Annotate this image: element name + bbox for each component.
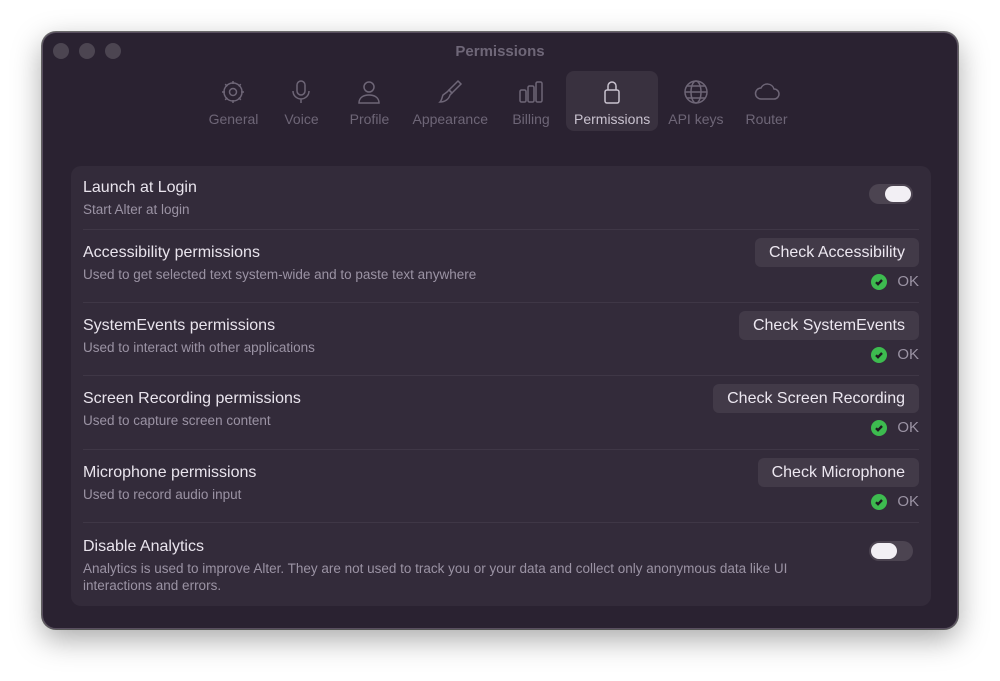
status-ok: OK	[871, 346, 919, 363]
setting-row-accessibility: Accessibility permissions Used to get se…	[83, 229, 919, 303]
setting-title: Microphone permissions	[83, 464, 257, 481]
tab-label: Billing	[512, 111, 550, 127]
lock-icon	[597, 77, 627, 107]
tab-general[interactable]: General	[200, 71, 266, 131]
tab-profile[interactable]: Profile	[336, 71, 402, 131]
paintbrush-icon	[435, 77, 465, 107]
window-title: Permissions	[455, 43, 545, 60]
status-label: OK	[897, 419, 919, 436]
person-icon	[354, 77, 384, 107]
tab-permissions[interactable]: Permissions	[566, 71, 659, 131]
globe-icon	[681, 77, 711, 107]
check-screen-recording-button[interactable]: Check Screen Recording	[713, 384, 919, 413]
settings-tabs: General Voice Profile Appearance Billing	[43, 71, 957, 131]
setting-title: Screen Recording permissions	[83, 390, 301, 407]
setting-title: Accessibility permissions	[83, 244, 260, 261]
launch-at-login-toggle[interactable]	[869, 184, 913, 204]
tab-label: Profile	[349, 111, 390, 127]
setting-description: Used to capture screen content	[83, 413, 271, 428]
setting-description: Analytics is used to improve Alter. They…	[83, 561, 788, 593]
disable-analytics-toggle[interactable]	[869, 541, 913, 561]
tab-label: Voice	[284, 111, 319, 127]
tab-appearance[interactable]: Appearance	[404, 71, 496, 131]
tab-api-keys[interactable]: API keys	[660, 71, 731, 131]
tab-voice[interactable]: Voice	[268, 71, 334, 131]
check-microphone-button[interactable]: Check Microphone	[757, 458, 919, 487]
setting-description: Used to record audio input	[83, 487, 242, 502]
bars-icon	[516, 77, 546, 107]
settings-window: Permissions General Voice Profile Appear…	[42, 32, 958, 629]
setting-description: Start Alter at login	[83, 202, 190, 217]
setting-row-launch-at-login: Launch at Login Start Alter at login	[83, 166, 919, 230]
settings-panel: Launch at Login Start Alter at login Acc…	[71, 166, 931, 606]
checkmark-icon	[871, 419, 888, 436]
setting-title: Disable Analytics	[83, 538, 204, 555]
check-accessibility-button[interactable]: Check Accessibility	[754, 238, 919, 267]
tab-label: Router	[745, 111, 788, 127]
tab-label: Appearance	[412, 111, 488, 127]
status-label: OK	[897, 273, 919, 290]
setting-description: Used to interact with other applications	[83, 340, 315, 355]
status-ok: OK	[871, 493, 919, 510]
checkmark-icon	[871, 346, 888, 363]
status-label: OK	[897, 493, 919, 510]
gear-icon	[218, 77, 248, 107]
setting-description: Used to get selected text system-wide an…	[83, 267, 477, 282]
microphone-icon	[286, 77, 316, 107]
cloud-icon	[752, 77, 782, 107]
tab-label: API keys	[668, 111, 724, 127]
tab-billing[interactable]: Billing	[498, 71, 564, 131]
checkmark-icon	[871, 493, 888, 510]
setting-title: SystemEvents permissions	[83, 317, 276, 334]
checkmark-icon	[871, 273, 888, 290]
status-ok: OK	[871, 419, 919, 436]
tab-router[interactable]: Router	[734, 71, 800, 131]
setting-title: Launch at Login	[83, 179, 197, 196]
status-label: OK	[897, 346, 919, 363]
check-systemevents-button[interactable]: Check SystemEvents	[738, 311, 919, 340]
setting-row-disable-analytics: Disable Analytics Analytics is used to i…	[83, 522, 919, 606]
setting-row-screen-recording: Screen Recording permissions Used to cap…	[83, 375, 919, 450]
setting-row-microphone: Microphone permissions Used to record au…	[83, 449, 919, 523]
tab-label: General	[208, 111, 259, 127]
setting-row-systemevents: SystemEvents permissions Used to interac…	[83, 302, 919, 376]
status-ok: OK	[871, 273, 919, 290]
tab-label: Permissions	[574, 111, 651, 127]
